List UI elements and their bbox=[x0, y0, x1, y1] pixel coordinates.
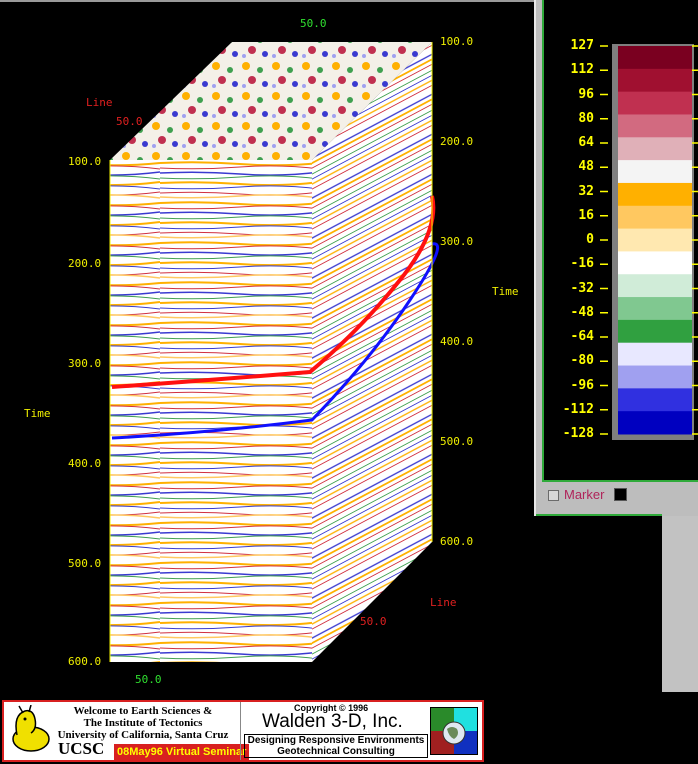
colorbar-swatch bbox=[618, 182, 692, 207]
right-tick-500: 500.0 bbox=[440, 435, 474, 448]
marker-row: Marker bbox=[536, 482, 698, 512]
welcome-line-2: The Institute of Tectonics bbox=[83, 717, 203, 729]
colorbar-tick-label: 32 bbox=[578, 183, 594, 199]
line-bottom-tick: 50.0 bbox=[360, 615, 387, 628]
colorbar-swatch bbox=[618, 137, 692, 161]
colorbar-tick-label: -80 bbox=[570, 353, 594, 369]
welcome-text: Welcome to Earth Sciences & The Institut… bbox=[48, 705, 238, 741]
colorbar-swatch bbox=[618, 342, 692, 367]
colorbar-tick-label: 112 bbox=[570, 62, 594, 78]
colorbar-tick-label: -16 bbox=[570, 256, 594, 272]
colorbar-swatch bbox=[618, 114, 692, 138]
marker-label[interactable]: Marker bbox=[564, 487, 604, 502]
right-tick-100: 100.0 bbox=[440, 35, 474, 48]
right-tick-300: 300.0 bbox=[440, 235, 474, 248]
crossline-top-tick: 50.0 bbox=[300, 17, 327, 30]
colorbar-tick-label: -32 bbox=[570, 280, 594, 296]
colorbar-frame: 127 112 96 80 64 48 32 16 0 -16 -32 -48 -64 -80 -96 -11… bbox=[542, 0, 698, 482]
colorbar-tick-label: -128 bbox=[562, 426, 594, 441]
left-tick-500: 500.0 bbox=[68, 557, 102, 570]
colorbar-panel: 127 112 96 80 64 48 32 16 0 -16 -32 -48 -64 -80 -96 -11… bbox=[534, 0, 698, 516]
tagline-line-2: Geotechnical Consulting bbox=[277, 746, 395, 757]
panel-bottom-edge bbox=[536, 514, 662, 516]
welcome-line-1: Welcome to Earth Sciences & bbox=[73, 705, 213, 717]
colorbar-tick-label: 0 bbox=[586, 232, 594, 247]
globe-logo-icon bbox=[430, 707, 478, 755]
colorbar-tick-label: 96 bbox=[578, 86, 594, 102]
right-tick-200: 200.0 bbox=[440, 135, 474, 148]
colorbar-swatch bbox=[618, 319, 692, 344]
colorbar-tick-label: -96 bbox=[570, 377, 594, 393]
left-tick-600: 600.0 bbox=[68, 655, 102, 668]
time-axis-label-right: Time bbox=[492, 285, 519, 298]
colorbar-tick-label: 127 bbox=[570, 38, 594, 53]
colorbar-tick-label: 80 bbox=[578, 110, 594, 126]
colorbar-tick-label: -64 bbox=[570, 329, 594, 344]
colorbar-swatch bbox=[618, 251, 692, 275]
company-name: Walden 3-D, Inc. bbox=[262, 711, 403, 732]
colorbar-swatch bbox=[618, 91, 692, 115]
time-axis-label-left: Time bbox=[24, 407, 51, 420]
colorbar-swatch bbox=[618, 411, 692, 435]
colorbar-swatch bbox=[618, 388, 692, 412]
colorbar-swatch bbox=[618, 274, 692, 298]
line-axis-label-bottom: Line bbox=[430, 596, 457, 609]
line-top-tick: 50.0 bbox=[116, 115, 143, 128]
colorbar-tick-label: 48 bbox=[578, 159, 594, 175]
marker-color-swatch[interactable] bbox=[614, 488, 627, 501]
left-tick-100: 100.0 bbox=[68, 155, 102, 168]
line-axis-label-top: Line bbox=[86, 96, 113, 109]
colorbar-tick-label: -48 bbox=[570, 304, 594, 320]
colorbar-swatch bbox=[618, 228, 692, 252]
marker-checkbox[interactable] bbox=[548, 490, 559, 501]
crossline-bottom-tick: 50.0 bbox=[135, 673, 162, 686]
colorbar-swatch bbox=[618, 68, 692, 93]
colorbar-swatch bbox=[618, 160, 692, 184]
colorbar-swatch bbox=[618, 297, 692, 321]
colorbar-tick-label: 64 bbox=[578, 135, 594, 150]
cube-front-face[interactable] bbox=[110, 160, 312, 662]
right-tick-400: 400.0 bbox=[440, 335, 474, 348]
colorbar-swatch bbox=[618, 46, 692, 70]
tagline-line-1: Designing Responsive Environments bbox=[247, 735, 425, 746]
left-tick-400: 400.0 bbox=[68, 457, 102, 470]
colorbar-swatch bbox=[618, 365, 692, 389]
gray-window-fragment bbox=[662, 516, 698, 692]
left-tick-300: 300.0 bbox=[68, 357, 102, 370]
banner-divider bbox=[240, 702, 241, 760]
colorbar-tick-label: 16 bbox=[578, 207, 594, 223]
right-tick-600: 600.0 bbox=[440, 535, 474, 548]
seminar-banner: Welcome to Earth Sciences & The Institut… bbox=[2, 700, 484, 762]
seminar-date-badge: 08May96 Virtual Seminar bbox=[114, 744, 250, 760]
left-tick-200: 200.0 bbox=[68, 257, 102, 270]
colorbar-tick-label: -112 bbox=[562, 401, 594, 417]
company-tagline: Designing Responsive Environments Geotec… bbox=[244, 734, 428, 758]
colorbar-swatch bbox=[618, 205, 692, 230]
ucsc-logo-text: UCSC bbox=[58, 739, 105, 758]
